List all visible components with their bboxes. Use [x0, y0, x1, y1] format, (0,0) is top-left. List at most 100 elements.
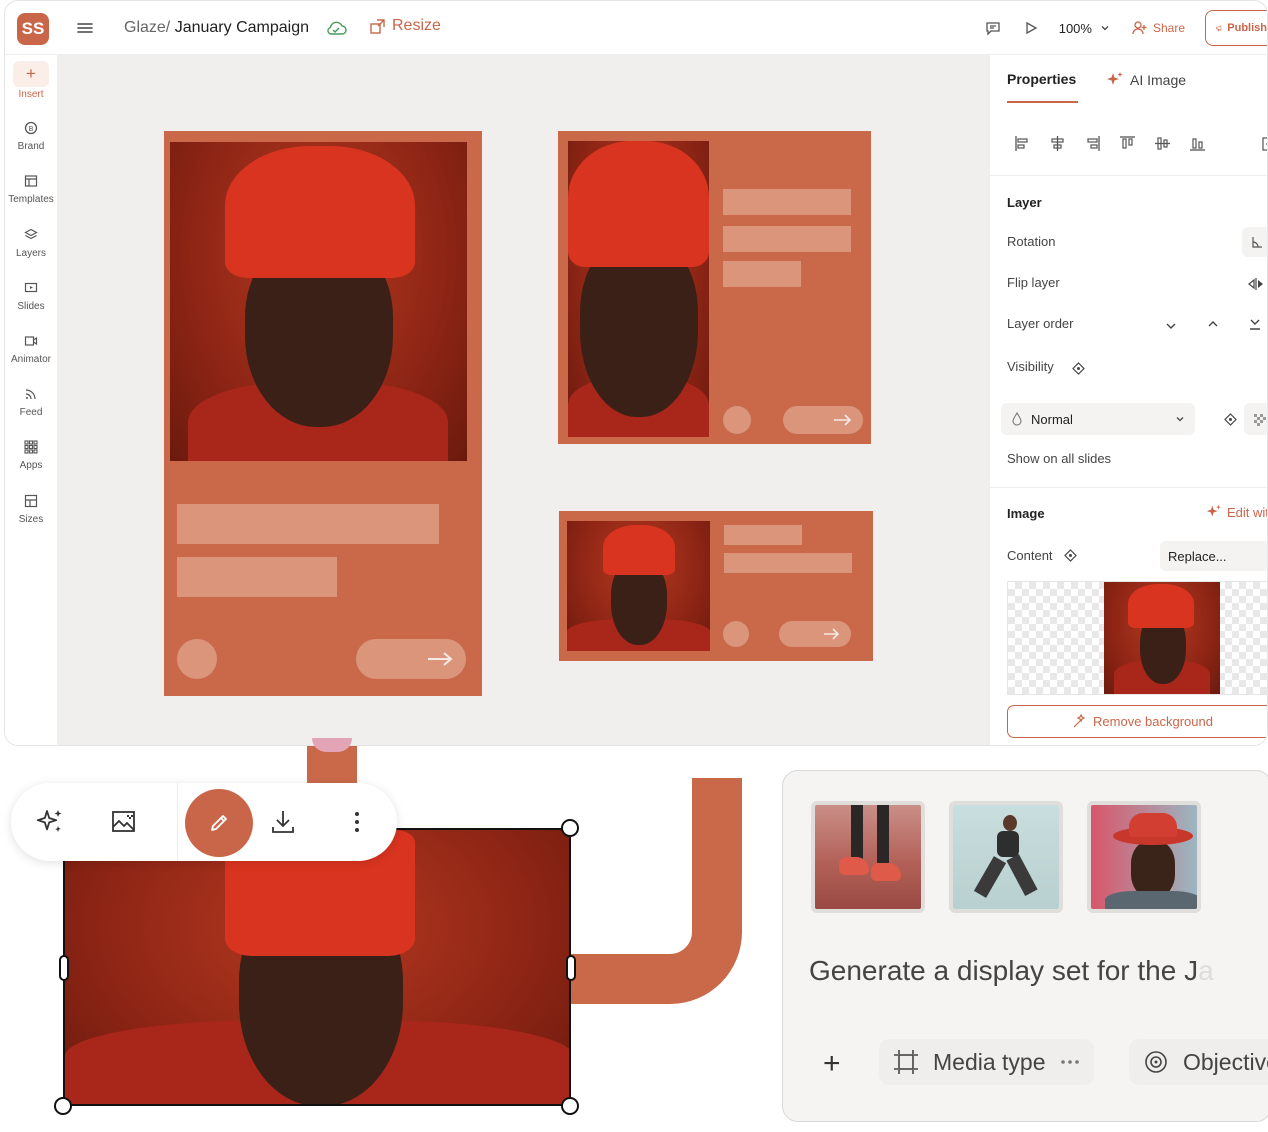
zoom-dropdown[interactable]: 100% — [1059, 21, 1110, 36]
remove-background-button[interactable]: Remove background — [1007, 705, 1267, 738]
drop-icon — [1012, 412, 1022, 426]
prompt-input[interactable]: Generate a display set for the Ja — [809, 955, 1214, 987]
blend-mode-select[interactable]: Normal — [1001, 403, 1195, 435]
square-ad-card[interactable] — [558, 131, 871, 444]
play-icon[interactable] — [1021, 18, 1041, 38]
sidebar-item-slides[interactable]: Slides — [5, 280, 57, 312]
landscape-photo[interactable] — [567, 521, 710, 651]
tab-properties[interactable]: Properties — [1007, 71, 1076, 87]
objective-chip[interactable]: Objective — [1129, 1039, 1268, 1085]
text-placeholder — [723, 226, 851, 252]
add-attachment-button[interactable]: + — [823, 1047, 841, 1081]
replace-image-icon[interactable] — [104, 802, 144, 842]
landscape-ad-card[interactable] — [559, 511, 873, 661]
text-placeholder — [177, 557, 337, 597]
prompt-text: Generate a display set for the J — [809, 955, 1199, 986]
logo-placeholder — [177, 639, 217, 679]
send-backward-icon[interactable] — [1162, 317, 1180, 335]
resize-handle-bottom-right[interactable] — [561, 1097, 579, 1115]
breadcrumb-workspace[interactable]: Glaze/ — [124, 19, 170, 36]
opacity-icon[interactable] — [1244, 403, 1267, 435]
apps-icon — [23, 439, 39, 455]
beanie-shape — [568, 141, 709, 267]
hamburger-menu-icon[interactable] — [75, 19, 95, 37]
align-right-icon[interactable] — [1084, 135, 1101, 152]
resize-handle-bottom-left[interactable] — [54, 1097, 72, 1115]
sizes-icon — [23, 493, 39, 509]
square-photo[interactable] — [568, 141, 709, 437]
sidebar-item-layers[interactable]: Layers — [5, 227, 57, 259]
sidebar-item-animator[interactable]: Animator — [5, 333, 57, 365]
arrow-right-icon — [834, 414, 852, 426]
resize-handle-left[interactable] — [59, 955, 69, 981]
megaphone-icon — [1216, 25, 1222, 31]
cta-placeholder — [779, 621, 851, 647]
text-placeholder — [724, 525, 802, 545]
resize-icon — [370, 18, 385, 34]
document-title[interactable]: January Campaign — [175, 19, 309, 36]
flip-horizontal-icon[interactable] — [1246, 275, 1266, 293]
zoom-level: 100% — [1058, 20, 1092, 36]
layers-icon — [23, 227, 39, 243]
portrait-photo[interactable] — [170, 142, 467, 461]
resize-handle-top-right[interactable] — [561, 819, 579, 837]
keyframe-diamond-icon[interactable] — [1062, 547, 1078, 563]
cloud-saved-icon — [325, 19, 347, 37]
shoe-shape — [839, 857, 869, 875]
active-tab-indicator — [1007, 101, 1078, 103]
sidebar-item-templates[interactable]: Templates — [5, 173, 57, 205]
media-type-chip[interactable]: Media type — [879, 1039, 1094, 1085]
reference-image-running-shoes[interactable] — [811, 801, 925, 913]
design-canvas[interactable] — [57, 55, 989, 745]
bring-forward-icon[interactable] — [1204, 315, 1222, 333]
selected-image[interactable] — [63, 828, 571, 1106]
divider — [990, 175, 1267, 176]
show-on-all-slides-label[interactable]: Show on all slides — [1007, 451, 1111, 466]
text-placeholder — [723, 189, 851, 215]
share-button[interactable]: Share — [1132, 20, 1185, 36]
beanie-shape — [225, 146, 415, 278]
edit-with-ai-button[interactable]: Edit with — [1206, 502, 1267, 522]
beanie-shape — [603, 525, 675, 575]
sidebar-item-insert[interactable]: + Insert — [5, 61, 57, 100]
align-center-icon[interactable] — [1049, 135, 1066, 152]
sidebar-item-sizes[interactable]: Sizes — [5, 493, 57, 525]
edit-pencil-button[interactable] — [185, 789, 253, 857]
align-bottom-icon[interactable] — [1189, 135, 1206, 152]
keyframe-diamond-icon[interactable] — [1070, 360, 1086, 376]
target-icon — [1145, 1051, 1167, 1073]
download-icon[interactable] — [263, 802, 303, 842]
resize-handle-right[interactable] — [566, 955, 576, 981]
portrait-ad-card[interactable] — [164, 131, 482, 696]
ai-generation-panel: Generate a display set for the Ja + Medi… — [782, 770, 1268, 1122]
crop-frame-icon — [894, 1050, 918, 1074]
publish-button[interactable]: Publish — [1205, 10, 1267, 46]
resize-button[interactable]: Resize — [369, 17, 441, 35]
align-middle-icon[interactable] — [1154, 135, 1171, 152]
more-options-icon[interactable] — [337, 802, 377, 842]
resize-label: Resize — [392, 17, 441, 34]
rotation-label: Rotation — [1007, 234, 1056, 249]
sidebar-item-brand[interactable]: B Brand — [5, 120, 57, 152]
sidebar-item-feed[interactable]: Feed — [5, 386, 57, 418]
slides-icon — [23, 280, 39, 296]
replace-image-button[interactable]: Replace... — [1160, 541, 1267, 571]
reference-image-man-in-hat[interactable] — [1087, 801, 1201, 913]
toolbar-divider — [177, 783, 178, 861]
app-window: SS Glaze/ January Campaign Resize 100% S… — [4, 0, 1268, 746]
app-logo[interactable]: SS — [17, 13, 49, 45]
keyframe-diamond-icon[interactable] — [1222, 411, 1238, 427]
distribute-icon[interactable] — [1260, 135, 1267, 152]
sidebar-item-label: Layers — [15, 248, 46, 259]
reference-image-runner[interactable] — [949, 801, 1063, 913]
align-left-icon[interactable] — [1014, 135, 1031, 152]
align-top-icon[interactable] — [1119, 135, 1136, 152]
comment-icon[interactable] — [983, 18, 1003, 38]
rotation-input[interactable] — [1242, 227, 1267, 257]
top-bar: SS Glaze/ January Campaign Resize 100% S… — [5, 1, 1267, 55]
logo-placeholder — [723, 621, 749, 647]
sidebar-item-apps[interactable]: Apps — [5, 439, 57, 471]
send-to-back-icon[interactable] — [1246, 315, 1264, 333]
ai-sparkle-icon[interactable] — [30, 802, 70, 842]
tab-ai-image[interactable]: AI Image — [1106, 71, 1186, 89]
